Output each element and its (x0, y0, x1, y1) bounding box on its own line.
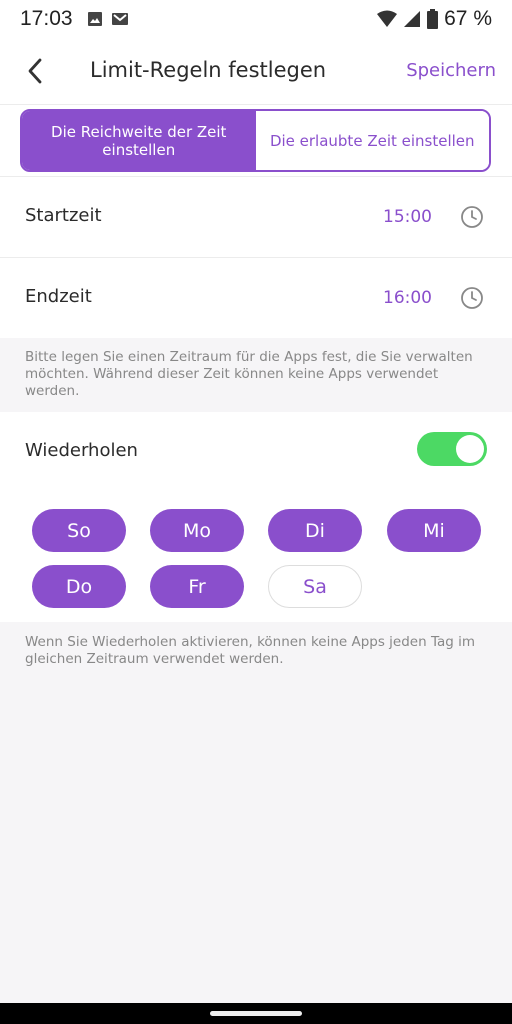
time-range-hint: Bitte legen Sie einen Zeitraum für die A… (25, 349, 473, 399)
system-icons: 67 % (377, 7, 492, 31)
home-gesture-bar[interactable] (210, 1011, 302, 1016)
status-time: 17:03 (20, 7, 73, 30)
start-time-value[interactable]: 15:00 (383, 207, 432, 227)
start-time-row[interactable]: Startzeit 15:00 (0, 176, 512, 257)
notification-icons (87, 11, 129, 27)
day-button-mi[interactable]: Mi (387, 509, 481, 552)
end-time-label: Endzeit (25, 286, 92, 307)
image-icon (87, 12, 102, 26)
gmail-icon (111, 13, 128, 25)
end-time-row[interactable]: Endzeit 16:00 (0, 257, 512, 338)
day-button-fr[interactable]: Fr (150, 565, 244, 608)
repeat-hint: Wenn Sie Wiederholen aktivieren, können … (25, 634, 476, 667)
battery-icon (427, 9, 439, 29)
clock-icon[interactable] (460, 205, 484, 229)
repeat-toggle[interactable] (417, 432, 487, 466)
clock-icon[interactable] (460, 286, 484, 310)
system-nav-bar (0, 1003, 512, 1024)
day-button-sa[interactable]: Sa (268, 565, 362, 608)
wifi-icon (377, 10, 398, 27)
repeat-section: Wiederholen So Mo Di Mi Do Fr Sa (0, 412, 512, 622)
day-button-do[interactable]: Do (32, 565, 126, 608)
segment-container: Die Reichweite der Zeit einstellen Die e… (0, 104, 512, 177)
app-bar: Limit-Regeln festlegen Speichern (0, 38, 512, 104)
toggle-knob (456, 435, 484, 463)
page-title: Limit-Regeln festlegen (90, 58, 327, 82)
day-button-so[interactable]: So (32, 509, 126, 552)
day-button-di[interactable]: Di (268, 509, 362, 552)
status-bar: 17:03 67 % (0, 0, 512, 38)
tab-time-range[interactable]: Die Reichweite der Zeit einstellen (22, 111, 256, 170)
save-button[interactable]: Speichern (406, 60, 496, 81)
signal-icon (404, 11, 421, 27)
day-button-mo[interactable]: Mo (150, 509, 244, 552)
back-arrow-icon[interactable] (22, 56, 50, 86)
end-time-value[interactable]: 16:00 (383, 288, 432, 308)
repeat-label: Wiederholen (25, 440, 138, 461)
start-time-label: Startzeit (25, 205, 102, 226)
tab-allowed-time[interactable]: Die erlaubte Zeit einstellen (255, 111, 489, 170)
mode-segmented-control: Die Reichweite der Zeit einstellen Die e… (20, 109, 491, 172)
battery-percent: 67 % (444, 7, 492, 30)
